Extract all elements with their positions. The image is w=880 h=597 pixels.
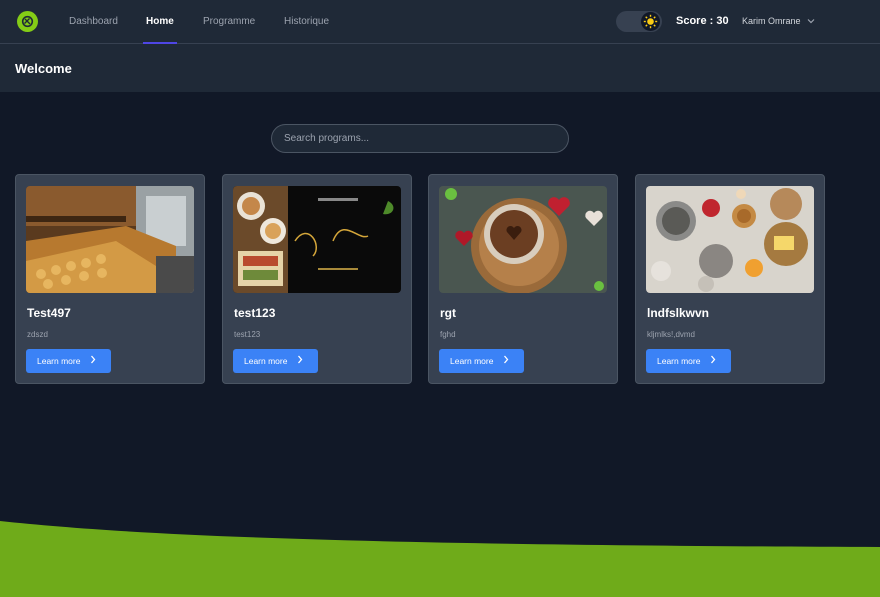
chevron-right-icon — [297, 355, 303, 367]
card-description: kljmlks!,dvmd — [647, 330, 696, 339]
decorative-wave — [0, 521, 880, 597]
top-navbar: Dashboard Home Programme Historique Scor… — [0, 0, 880, 44]
card-title: lndfslkwvn — [647, 306, 710, 320]
welcome-header: Welcome — [0, 44, 880, 92]
card-description: test123 — [234, 330, 261, 339]
button-label: Learn more — [657, 356, 701, 366]
sun-icon — [641, 12, 660, 31]
card-description: fghd — [440, 330, 456, 339]
program-card: test123 test123 Learn more — [222, 174, 412, 384]
bakery-display-photo — [26, 186, 194, 293]
learn-more-button[interactable]: Learn more — [26, 349, 111, 373]
bon-achat-voucher-photo — [233, 186, 401, 293]
nav-link-programme[interactable]: Programme — [203, 0, 255, 44]
card-title: rgt — [440, 306, 456, 320]
chevron-down-icon — [807, 0, 815, 42]
card-title: Test497 — [27, 306, 71, 320]
learn-more-button[interactable]: Learn more — [646, 349, 731, 373]
button-label: Learn more — [244, 356, 288, 366]
learn-more-button[interactable]: Learn more — [439, 349, 524, 373]
page-title: Welcome — [15, 61, 72, 76]
search-input[interactable] — [271, 124, 569, 153]
card-description: zdszd — [27, 330, 48, 339]
button-label: Learn more — [450, 356, 494, 366]
theme-toggle[interactable] — [616, 11, 662, 32]
button-label: Learn more — [37, 356, 81, 366]
chocolate-drink-photo — [439, 186, 607, 293]
chevron-right-icon — [710, 355, 716, 367]
user-menu[interactable]: Karim Omrane — [742, 0, 815, 42]
chevron-right-icon — [503, 355, 509, 367]
card-title: test123 — [234, 306, 276, 320]
nav-link-home[interactable]: Home — [143, 0, 177, 44]
learn-more-button[interactable]: Learn more — [233, 349, 318, 373]
program-card: lndfslkwvn kljmlks!,dvmd Learn more — [635, 174, 825, 384]
breakfast-table-photo — [646, 186, 814, 293]
app-logo-icon[interactable] — [17, 11, 38, 32]
nav-link-dashboard[interactable]: Dashboard — [69, 0, 118, 44]
chevron-right-icon — [90, 355, 96, 367]
user-name: Karim Omrane — [742, 16, 801, 26]
nav-link-historique[interactable]: Historique — [284, 0, 329, 44]
program-card: rgt fghd Learn more — [428, 174, 618, 384]
score-display: Score : 30 — [676, 15, 729, 27]
program-card: Test497 zdszd Learn more — [15, 174, 205, 384]
